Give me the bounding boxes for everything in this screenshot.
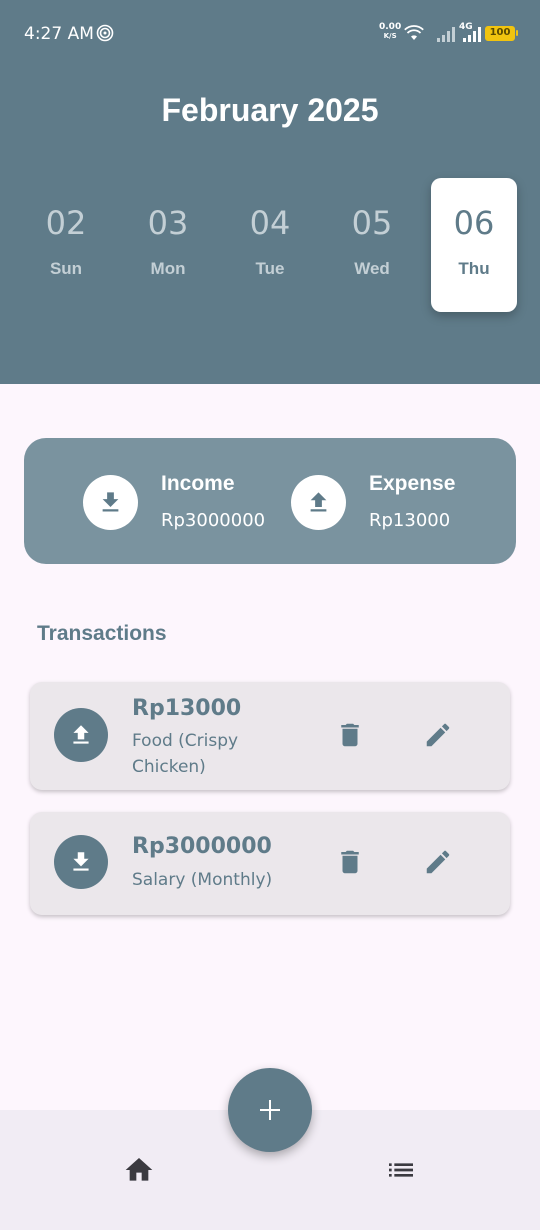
- day-name: Sun: [49, 259, 83, 278]
- day-item-wed[interactable]: 05 Wed: [329, 178, 415, 312]
- transaction-card[interactable]: Rp3000000 Salary (Monthly): [30, 812, 510, 915]
- day-number: 04: [249, 204, 291, 242]
- battery-icon: 100: [485, 26, 518, 41]
- day-number: 02: [45, 204, 87, 242]
- signal-4g-icon: [463, 27, 481, 42]
- income-value: Rp3000000: [161, 510, 266, 531]
- transaction-description: Food (Crispy Chicken): [132, 731, 239, 777]
- day-number: 05: [351, 204, 393, 242]
- transaction-type-badge: [54, 708, 108, 762]
- delete-button[interactable]: [335, 720, 365, 750]
- day-item-tue[interactable]: 04 Tue: [227, 178, 313, 312]
- day-name: Wed: [354, 259, 390, 278]
- trash-icon: [341, 850, 359, 874]
- expense-label: Expense: [369, 472, 456, 495]
- day-name: Tue: [255, 259, 285, 278]
- month-title: February 2025: [161, 92, 379, 128]
- pencil-icon: [426, 850, 450, 874]
- day-name: Thu: [458, 259, 490, 278]
- net-speed-unit: K/S: [383, 32, 397, 40]
- day-item-thu-selected[interactable]: 06 Thu: [431, 178, 517, 312]
- target-icon: [96, 24, 114, 42]
- home-icon: [125, 1158, 153, 1181]
- transaction-amount: Rp13000: [132, 696, 242, 721]
- header: 4:27 AM 0.00 K/S 4G 100 February 2025 02…: [0, 0, 540, 384]
- pencil-icon: [426, 723, 450, 747]
- transactions-title: Transactions: [37, 622, 167, 645]
- add-transaction-button[interactable]: [228, 1068, 312, 1152]
- income-label: Income: [161, 472, 235, 495]
- day-number: 03: [147, 204, 189, 242]
- day-item-sun[interactable]: 02 Sun: [23, 178, 109, 312]
- income-icon-badge: [83, 475, 138, 530]
- transaction-card[interactable]: Rp13000 Food (Crispy Chicken): [30, 682, 510, 790]
- trash-icon: [341, 723, 359, 747]
- edit-button[interactable]: [423, 720, 453, 750]
- download-icon: [73, 852, 89, 871]
- day-item-mon[interactable]: 03 Mon: [125, 178, 211, 312]
- day-number: 06: [453, 204, 495, 242]
- net-speed-value: 0.00: [379, 22, 402, 32]
- day-name: Mon: [150, 259, 186, 278]
- status-time: 4:27 AM: [24, 24, 94, 44]
- plus-icon: [260, 1100, 280, 1120]
- transaction-type-badge: [54, 835, 108, 889]
- expense-value: Rp13000: [369, 510, 451, 531]
- upload-icon: [310, 492, 327, 512]
- delete-button[interactable]: [335, 847, 365, 877]
- nav-list-button[interactable]: [385, 1154, 417, 1186]
- status-bar: 4:27 AM 0.00 K/S 4G 100: [0, 0, 540, 68]
- list-icon: [389, 1163, 413, 1177]
- signal-icon: [437, 27, 455, 42]
- transaction-amount: Rp3000000: [132, 834, 272, 859]
- net-speed: 0.00 K/S: [379, 23, 401, 41]
- expense-icon-badge: [291, 475, 346, 530]
- summary-card: Income Rp3000000 Expense Rp13000: [24, 438, 516, 564]
- download-icon: [102, 492, 119, 512]
- edit-button[interactable]: [423, 847, 453, 877]
- wifi-icon: [404, 25, 424, 40]
- nav-home-button[interactable]: [123, 1154, 155, 1186]
- transaction-description: Salary (Monthly): [132, 870, 273, 890]
- upload-icon: [73, 725, 89, 744]
